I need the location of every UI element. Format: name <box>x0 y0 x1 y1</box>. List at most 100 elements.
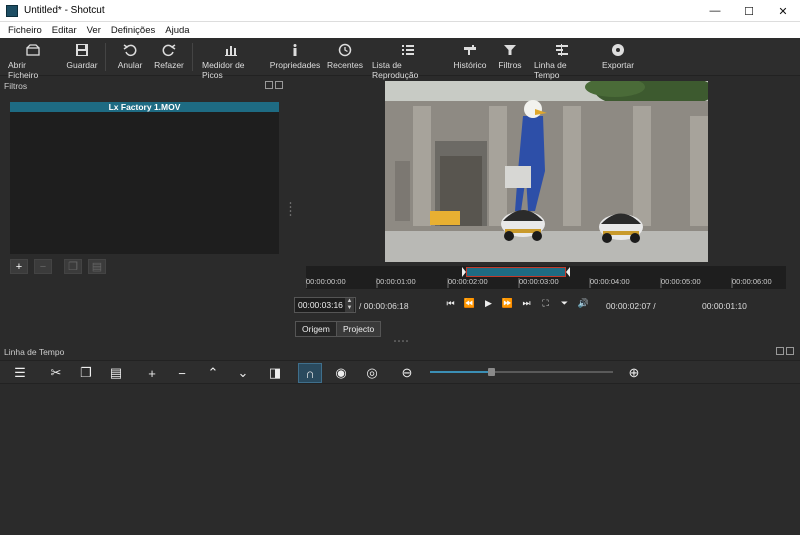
append-icon[interactable]: + <box>140 363 164 383</box>
undock-icon[interactable] <box>776 347 784 355</box>
undo-button[interactable]: Anular <box>116 38 144 70</box>
remove-filter-button[interactable]: − <box>34 259 52 274</box>
filter-clip-name: Lx Factory 1.MOV <box>10 102 279 112</box>
peak-meter-button[interactable]: Medidor de Picos <box>202 38 260 80</box>
redo-button[interactable]: Refazer <box>154 38 184 70</box>
timecode-ruler[interactable]: 00:00:00:00 00:00:01:00 00:00:02:00 00:0… <box>306 266 786 289</box>
menu-editar[interactable]: Editar <box>52 25 77 36</box>
zoom-in-icon[interactable]: ⊕ <box>622 363 646 383</box>
playlist-icon <box>402 45 414 55</box>
paste-filter-button[interactable]: ▤ <box>88 259 106 274</box>
ripple-target-icon[interactable]: ◎ <box>360 363 384 383</box>
timeline-button[interactable]: Linha de Tempo <box>534 38 590 80</box>
export-button[interactable]: Exportar <box>602 38 634 70</box>
export-label: Exportar <box>601 60 635 70</box>
save-button[interactable]: Guardar <box>66 38 98 70</box>
save-icon <box>76 44 88 56</box>
lift-icon[interactable]: ⌃ <box>201 363 225 383</box>
maximize-button[interactable]: ☐ <box>732 0 766 22</box>
ruler-ticks <box>306 267 733 288</box>
skip-next-icon[interactable]: ⏭ <box>517 298 536 309</box>
open-file-label: Abrir Ficheiro <box>8 60 39 80</box>
timeline-toolbar: ☰ ✂ ❐ ▤ + − ⌃ ⌄ ◨ ∩ ◉ ◎ ⊖ ⊕ <box>0 360 800 384</box>
zoom-slider-track[interactable] <box>430 371 613 373</box>
peak-meter-icon <box>225 46 237 56</box>
undo-icon <box>123 44 137 57</box>
fast-forward-icon[interactable]: ⏩ <box>498 298 517 309</box>
undo-label: Anular <box>117 60 143 70</box>
panel-splitter-handle[interactable] <box>289 200 292 220</box>
video-preview[interactable] <box>385 81 708 262</box>
timeline-label: Linha de Tempo <box>534 60 567 80</box>
timeline-menu-icon[interactable]: ☰ <box>8 363 32 383</box>
menu-ver[interactable]: Ver <box>87 25 101 36</box>
add-filter-button[interactable]: + <box>10 259 28 274</box>
save-label: Guardar <box>66 60 98 70</box>
cut-icon[interactable]: ✂ <box>44 363 68 383</box>
copy-filter-button[interactable]: ❐ <box>64 259 82 274</box>
recent-button[interactable]: Recentes <box>327 38 363 70</box>
paste-icon: ▤ <box>91 261 103 273</box>
selection-duration: 00:00:01:10 <box>702 301 747 311</box>
properties-icon <box>293 44 297 56</box>
toolbar-separator <box>192 43 193 71</box>
properties-label: Propriedades <box>269 60 321 70</box>
menu-bar: Ficheiro Editar Ver Definições Ajuda <box>0 22 800 38</box>
shotcut-app-icon <box>6 4 18 17</box>
zoom-slider-fill <box>430 371 491 373</box>
split-icon[interactable]: ◨ <box>263 363 287 383</box>
tab-project[interactable]: Projecto <box>336 321 382 337</box>
menu-definicoes[interactable]: Definições <box>111 25 155 36</box>
tab-source[interactable]: Origem <box>295 321 337 337</box>
menu-ficheiro[interactable]: Ficheiro <box>8 25 42 36</box>
properties-button[interactable]: Propriedades <box>269 38 321 70</box>
copy-icon[interactable]: ❐ <box>74 363 98 383</box>
remove-icon[interactable]: − <box>170 363 194 383</box>
redo-icon <box>162 44 176 57</box>
timeline-tracks-area[interactable] <box>0 385 800 535</box>
volume-icon[interactable]: 🔊 <box>574 298 593 309</box>
filters-list[interactable]: Lx Factory 1.MOV <box>10 102 279 254</box>
paste-icon[interactable]: ▤ <box>104 363 128 383</box>
peak-meter-label: Medidor de Picos <box>202 60 245 80</box>
history-label: Histórico <box>453 60 487 70</box>
undock-icon[interactable] <box>265 81 273 89</box>
window-title: Untitled* - Shotcut <box>24 5 105 16</box>
open-file-button[interactable]: Abrir Ficheiro <box>8 38 58 80</box>
horizontal-splitter-handle[interactable] <box>393 339 411 343</box>
history-icon <box>464 45 476 55</box>
overwrite-icon[interactable]: ⌄ <box>231 363 255 383</box>
open-file-icon <box>26 44 40 56</box>
recent-icon <box>338 43 352 57</box>
close-panel-icon[interactable] <box>786 347 794 355</box>
minus-icon: − <box>39 260 47 273</box>
title-bar: Untitled* - Shotcut — ☐ ✕ <box>0 0 800 22</box>
zoom-dropdown-icon[interactable]: ⏷ <box>555 298 574 309</box>
in-point-time: 00:00:02:07 / <box>606 301 656 311</box>
time-spinner[interactable]: ▲ ▼ <box>345 298 354 312</box>
play-icon[interactable]: ▶ <box>479 298 498 309</box>
filters-label: Filtros <box>498 60 522 70</box>
playlist-button[interactable]: Lista de Reprodução <box>372 38 444 80</box>
timeline-panel-title: Linha de Tempo <box>4 347 65 357</box>
close-panel-icon[interactable] <box>275 81 283 89</box>
recent-label: Recentes <box>327 60 363 70</box>
grid-icon[interactable]: ⛶ <box>536 298 555 309</box>
skip-previous-icon[interactable]: ⏮ <box>441 298 460 309</box>
scrub-eye-icon[interactable]: ◉ <box>329 363 353 383</box>
plus-icon: + <box>15 260 23 273</box>
menu-ajuda[interactable]: Ajuda <box>165 25 189 36</box>
close-button[interactable]: ✕ <box>766 0 800 22</box>
zoom-out-icon[interactable]: ⊖ <box>395 363 419 383</box>
timeline-icon <box>556 44 568 56</box>
filter-icon <box>504 45 516 55</box>
history-button[interactable]: Histórico <box>452 38 488 70</box>
zoom-slider-handle[interactable] <box>488 368 495 376</box>
snap-magnet-icon[interactable]: ∩ <box>298 363 322 383</box>
export-icon <box>612 44 624 56</box>
filters-button[interactable]: Filtros <box>496 38 524 70</box>
main-toolbar: Abrir Ficheiro Guardar Anular Refazer Me… <box>0 38 800 80</box>
rewind-icon[interactable]: ⏪ <box>460 298 479 309</box>
filters-panel-title: Filtros <box>4 81 28 91</box>
minimize-button[interactable]: — <box>698 0 732 22</box>
